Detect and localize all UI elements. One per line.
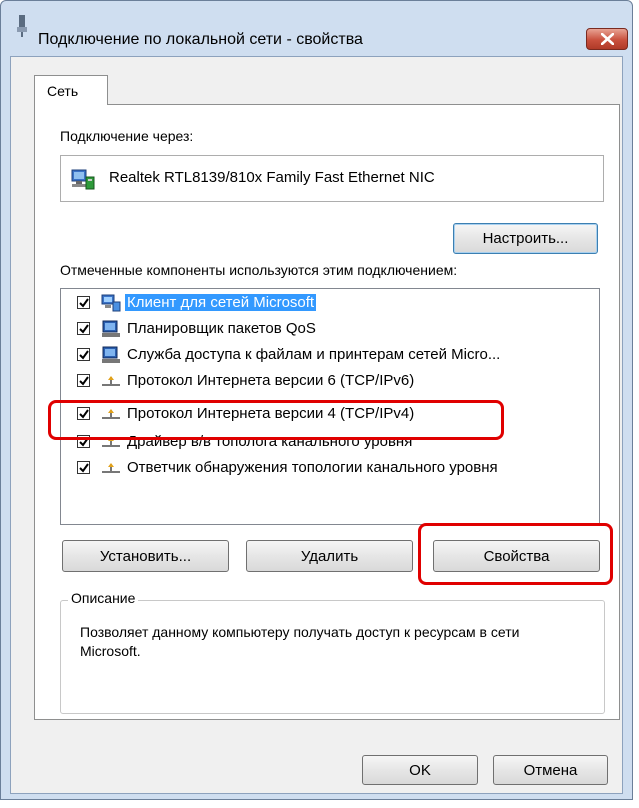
check-icon: [79, 350, 89, 360]
adapter-name: Realtek RTL8139/810x Family Fast Etherne…: [109, 169, 435, 186]
network-client-icon: [101, 294, 121, 312]
list-item[interactable]: Служба доступа к файлам и принтерам сете…: [61, 344, 599, 367]
list-item-label: Служба доступа к файлам и принтерам сете…: [127, 346, 501, 363]
cancel-button[interactable]: Отмена: [493, 755, 608, 785]
panel-content: Подключение через: Realtek RTL8139/810x …: [0, 0, 639, 808]
list-item[interactable]: Планировщик пакетов QoS: [61, 318, 599, 341]
connect-using-label: Подключение через:: [60, 128, 194, 144]
checkbox[interactable]: [77, 296, 90, 309]
list-item-label: Планировщик пакетов QoS: [127, 320, 316, 337]
checkbox[interactable]: [77, 348, 90, 361]
ok-button[interactable]: OK: [362, 755, 478, 785]
network-service-icon: [102, 320, 120, 337]
list-item[interactable]: Ответчик обнаружения топологии канальног…: [61, 457, 599, 480]
protocol-icon: [102, 376, 120, 386]
check-icon: [79, 324, 89, 334]
checkbox[interactable]: [77, 322, 90, 335]
network-adapter-icon: [71, 169, 95, 190]
adapter-field: Realtek RTL8139/810x Family Fast Etherne…: [60, 155, 604, 202]
checkbox[interactable]: [77, 461, 90, 474]
uninstall-button[interactable]: Удалить: [246, 540, 413, 572]
list-item[interactable]: Клиент для сетей Microsoft: [61, 292, 599, 315]
description-title: Описание: [68, 590, 139, 606]
check-icon: [79, 376, 89, 386]
ipv4-highlight: [48, 400, 504, 440]
configure-button[interactable]: Настроить...: [453, 223, 598, 254]
description-text: Позволяет данному компьютеру получать до…: [80, 624, 520, 659]
check-icon: [79, 298, 89, 308]
list-item-label: Ответчик обнаружения топологии канальног…: [127, 459, 498, 476]
check-icon: [79, 463, 89, 473]
list-item-label: Протокол Интернета версии 6 (TCP/IPv6): [127, 372, 415, 389]
protocol-icon: [102, 463, 120, 473]
install-button[interactable]: Установить...: [62, 540, 229, 572]
network-service-icon: [102, 346, 120, 363]
properties-highlight: [418, 523, 613, 585]
checkbox[interactable]: [77, 374, 90, 387]
list-item[interactable]: Протокол Интернета версии 6 (TCP/IPv6): [61, 370, 599, 393]
list-item-label: Клиент для сетей Microsoft: [125, 294, 317, 311]
components-label: Отмеченные компоненты используются этим …: [60, 262, 458, 278]
